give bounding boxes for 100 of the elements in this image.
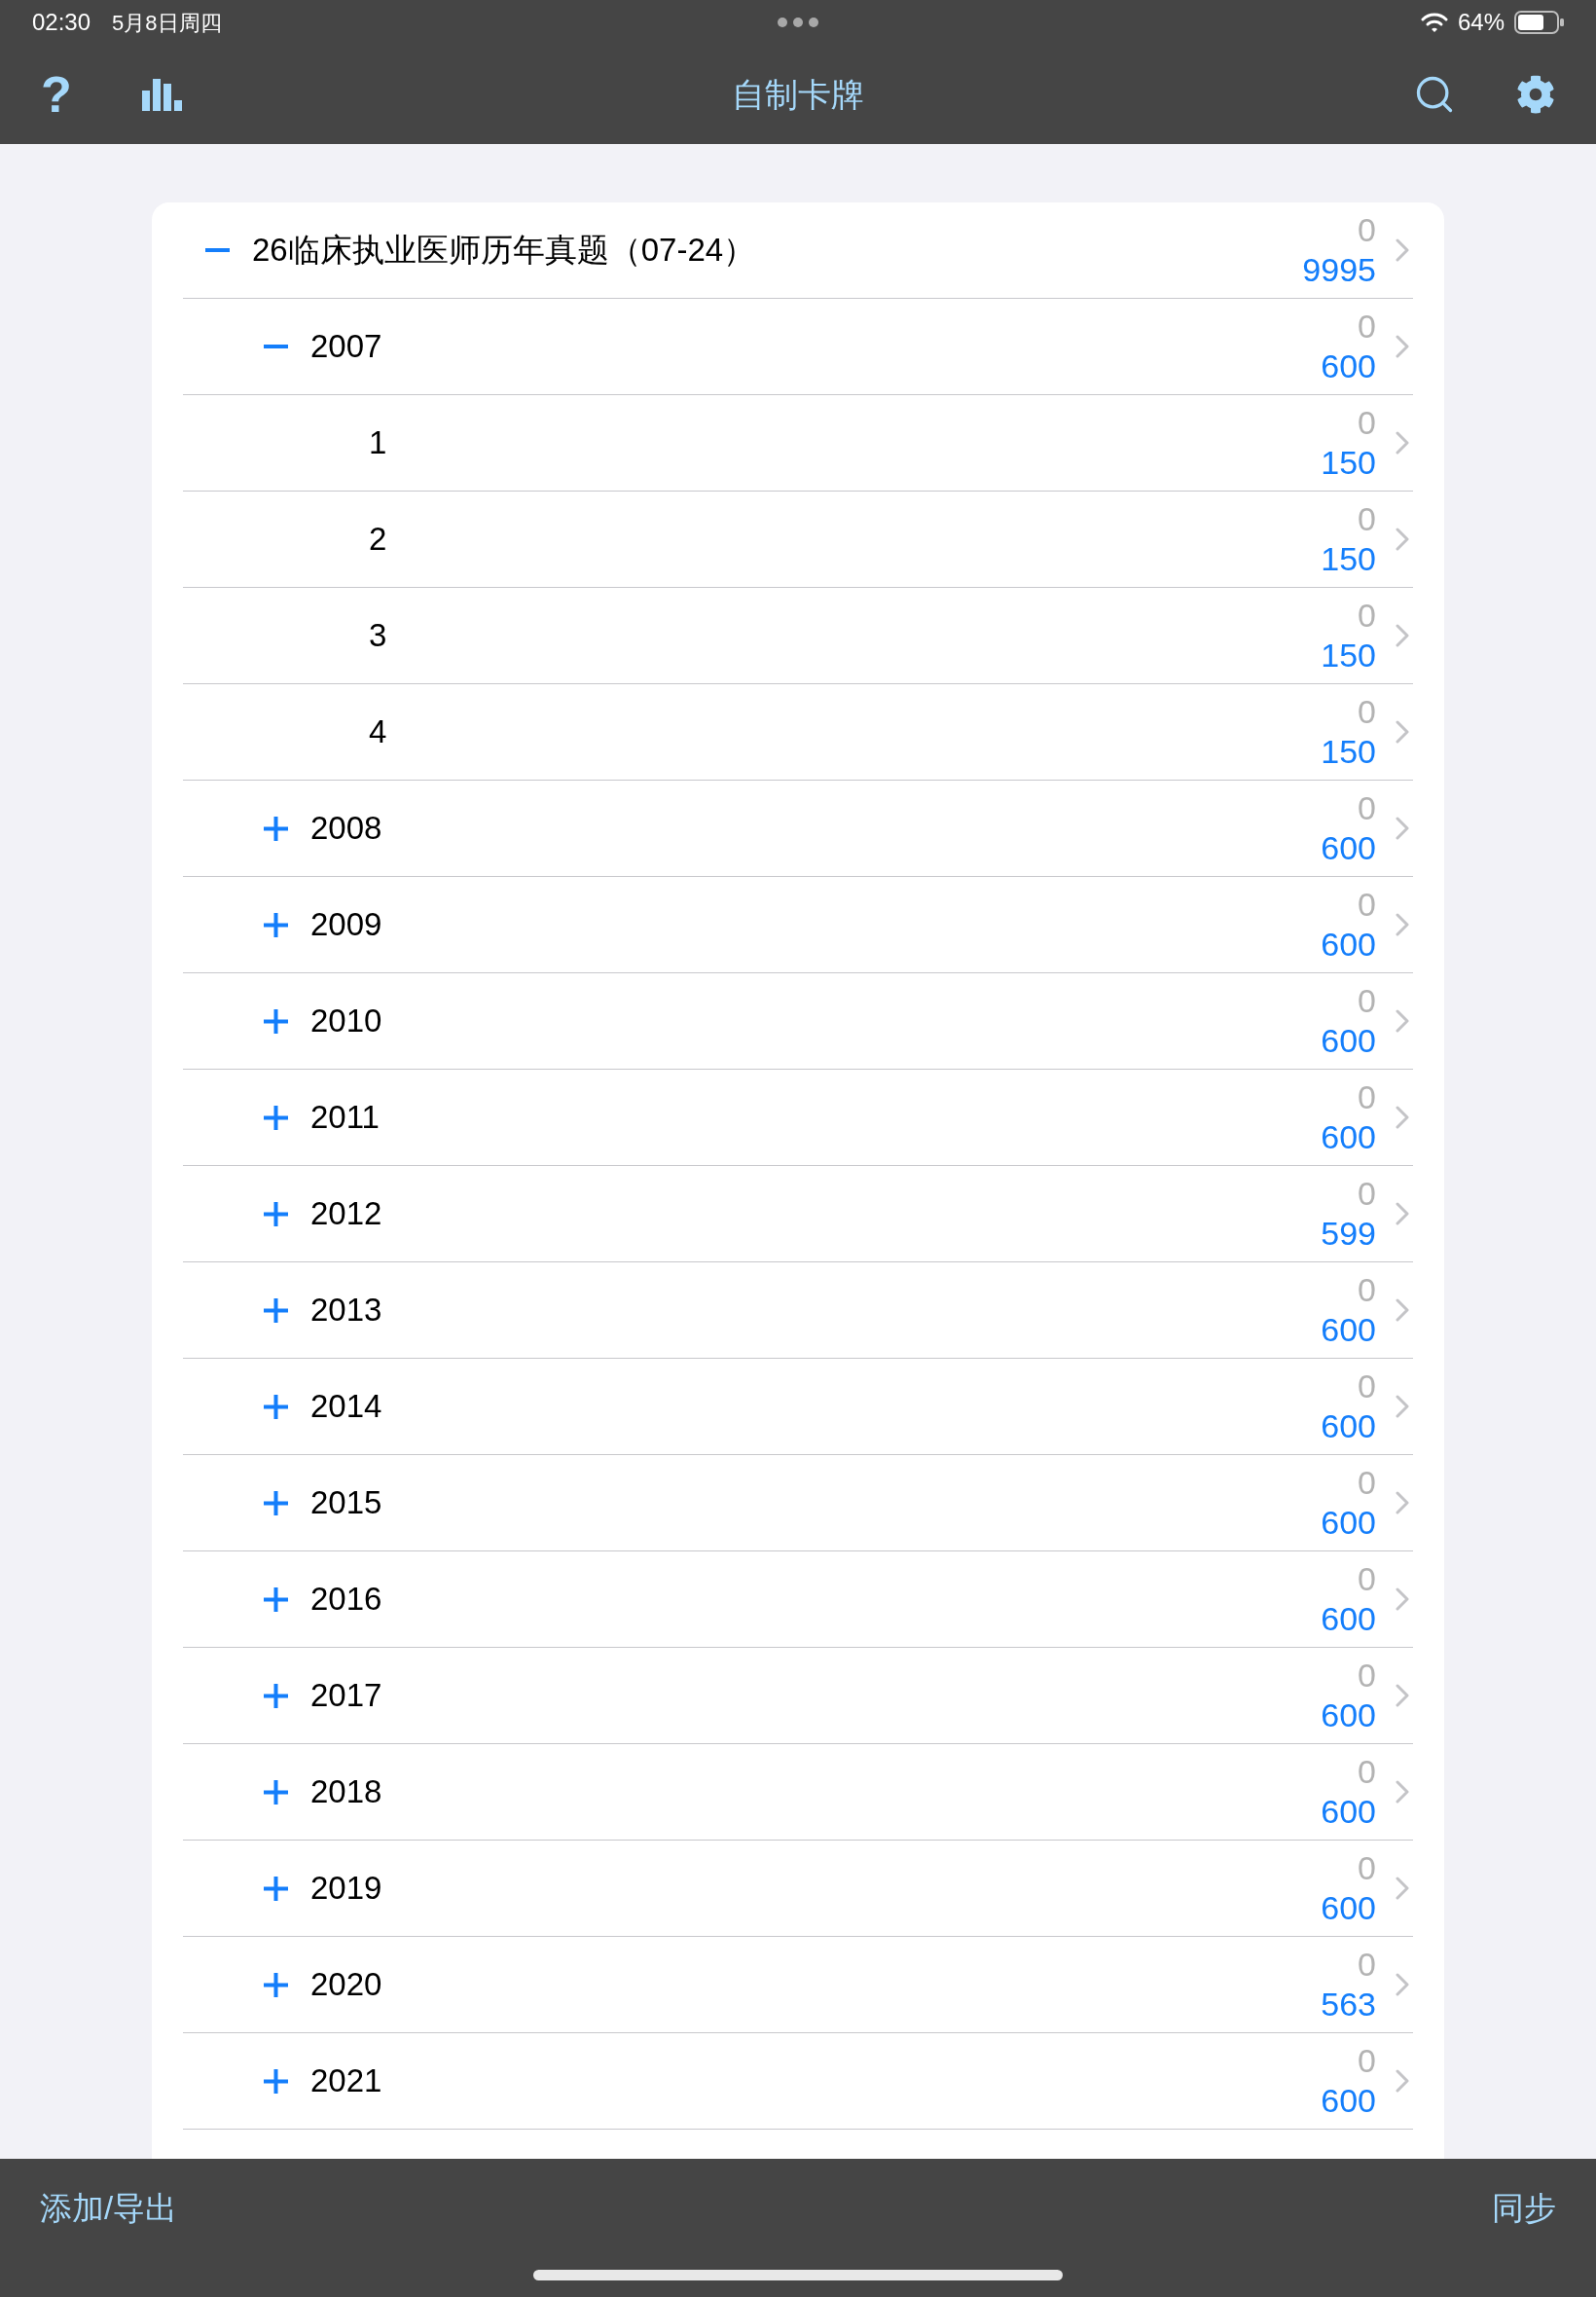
- card-count: 599: [1321, 1214, 1376, 1254]
- deck-name: 3: [369, 616, 387, 655]
- card-count: 563: [1321, 1985, 1376, 2024]
- chevron-icon[interactable]: [1396, 1684, 1409, 1707]
- chevron-icon[interactable]: [1396, 335, 1409, 358]
- plus-icon[interactable]: [264, 1008, 288, 1034]
- due-count: 0: [1358, 1270, 1376, 1310]
- sync-button[interactable]: 同步: [1492, 2189, 1556, 2228]
- plus-icon[interactable]: [264, 1683, 288, 1708]
- chevron-icon[interactable]: [1396, 1395, 1409, 1418]
- chevron-icon[interactable]: [1396, 1298, 1409, 1322]
- card-count: 150: [1321, 539, 1376, 579]
- chevron-icon[interactable]: [1396, 1587, 1409, 1611]
- chevron-icon[interactable]: [1396, 1780, 1409, 1804]
- card-count: 600: [1321, 1599, 1376, 1639]
- card-count: 150: [1321, 636, 1376, 675]
- card-count: 600: [1321, 1021, 1376, 1061]
- deck-name: 26临床执业医师历年真题（07-24）: [252, 231, 756, 270]
- add-export-button[interactable]: 添加/导出: [40, 2189, 178, 2228]
- due-count: 0: [1358, 210, 1376, 250]
- battery-percent: 64%: [1457, 8, 1505, 37]
- deck-name: 4: [369, 712, 387, 751]
- card-count: 600: [1321, 2081, 1376, 2121]
- more-dots-icon[interactable]: [778, 18, 818, 27]
- due-count: 0: [1358, 1077, 1376, 1117]
- deck-name: 2018: [310, 1772, 382, 1811]
- chevron-icon[interactable]: [1396, 1877, 1409, 1900]
- due-count: 0: [1358, 499, 1376, 539]
- card-count: 9995: [1302, 250, 1376, 290]
- plus-icon[interactable]: [264, 2068, 288, 2094]
- card-count: 600: [1321, 925, 1376, 965]
- deck-name: 2009: [310, 905, 382, 944]
- deck-name: 2008: [310, 809, 382, 848]
- plus-icon[interactable]: [264, 1394, 288, 1419]
- deck-name: 2014: [310, 1387, 382, 1426]
- due-count: 0: [1358, 1848, 1376, 1888]
- card-count: 600: [1321, 1117, 1376, 1157]
- deck-name: 2020: [310, 1965, 382, 2004]
- plus-icon[interactable]: [264, 1297, 288, 1323]
- due-count: 0: [1358, 1656, 1376, 1695]
- battery-icon: [1514, 11, 1564, 34]
- chevron-icon[interactable]: [1396, 1009, 1409, 1033]
- due-count: 0: [1358, 981, 1376, 1021]
- chevron-icon[interactable]: [1396, 913, 1409, 936]
- chevron-icon[interactable]: [1396, 624, 1409, 647]
- due-count: 0: [1358, 885, 1376, 925]
- card-count: 600: [1321, 1695, 1376, 1735]
- card-count: 150: [1321, 443, 1376, 483]
- toolbar-title: 自制卡牌: [732, 74, 864, 115]
- plus-icon[interactable]: [264, 1490, 288, 1515]
- chevron-icon[interactable]: [1396, 431, 1409, 455]
- status-time: 02:30: [32, 8, 91, 37]
- deck-name: 2012: [310, 1194, 382, 1233]
- help-button[interactable]: ?: [41, 69, 72, 120]
- due-count: 0: [1358, 692, 1376, 732]
- deck-name: 2010: [310, 1002, 382, 1040]
- chevron-icon[interactable]: [1396, 1491, 1409, 1514]
- chevron-icon[interactable]: [1396, 1106, 1409, 1129]
- chevron-icon[interactable]: [1396, 720, 1409, 744]
- bar-chart-icon[interactable]: [141, 78, 182, 111]
- due-count: 0: [1358, 1367, 1376, 1406]
- card-count: 600: [1321, 1888, 1376, 1928]
- card-count: 600: [1321, 1792, 1376, 1832]
- chevron-icon[interactable]: [1396, 238, 1409, 262]
- card-count: 600: [1321, 1406, 1376, 1446]
- due-count: 0: [1358, 1559, 1376, 1599]
- due-count: 0: [1358, 403, 1376, 443]
- deck-name: 2007: [310, 327, 382, 366]
- minus-icon[interactable]: [264, 345, 288, 348]
- deck-name: 2: [369, 520, 387, 559]
- plus-icon[interactable]: [264, 1779, 288, 1805]
- card-count: 600: [1321, 828, 1376, 868]
- plus-icon[interactable]: [264, 1586, 288, 1612]
- plus-icon[interactable]: [264, 1201, 288, 1226]
- deck-name: 1: [369, 423, 387, 462]
- plus-icon[interactable]: [264, 816, 288, 841]
- plus-icon[interactable]: [264, 1876, 288, 1901]
- wifi-icon: [1420, 13, 1448, 32]
- chevron-icon[interactable]: [1396, 2069, 1409, 2093]
- deck-name: 2021: [310, 2061, 382, 2100]
- deck-name: 2019: [310, 1869, 382, 1908]
- chevron-icon[interactable]: [1396, 528, 1409, 551]
- card-count: 600: [1321, 1503, 1376, 1543]
- settings-icon[interactable]: [1516, 75, 1555, 114]
- plus-icon[interactable]: [264, 1105, 288, 1130]
- due-count: 0: [1358, 307, 1376, 346]
- chevron-icon[interactable]: [1396, 1973, 1409, 1996]
- card-count: 150: [1321, 732, 1376, 772]
- chevron-icon[interactable]: [1396, 817, 1409, 840]
- due-count: 0: [1358, 1463, 1376, 1503]
- minus-icon[interactable]: [205, 248, 230, 252]
- plus-icon[interactable]: [264, 912, 288, 937]
- deck-name: 2011: [310, 1098, 380, 1137]
- chevron-icon[interactable]: [1396, 1202, 1409, 1225]
- card-count: 600: [1321, 1310, 1376, 1350]
- due-count: 0: [1358, 1752, 1376, 1792]
- card-count: 600: [1321, 346, 1376, 386]
- due-count: 0: [1358, 1174, 1376, 1214]
- due-count: 0: [1358, 1945, 1376, 1985]
- plus-icon[interactable]: [264, 1972, 288, 1997]
